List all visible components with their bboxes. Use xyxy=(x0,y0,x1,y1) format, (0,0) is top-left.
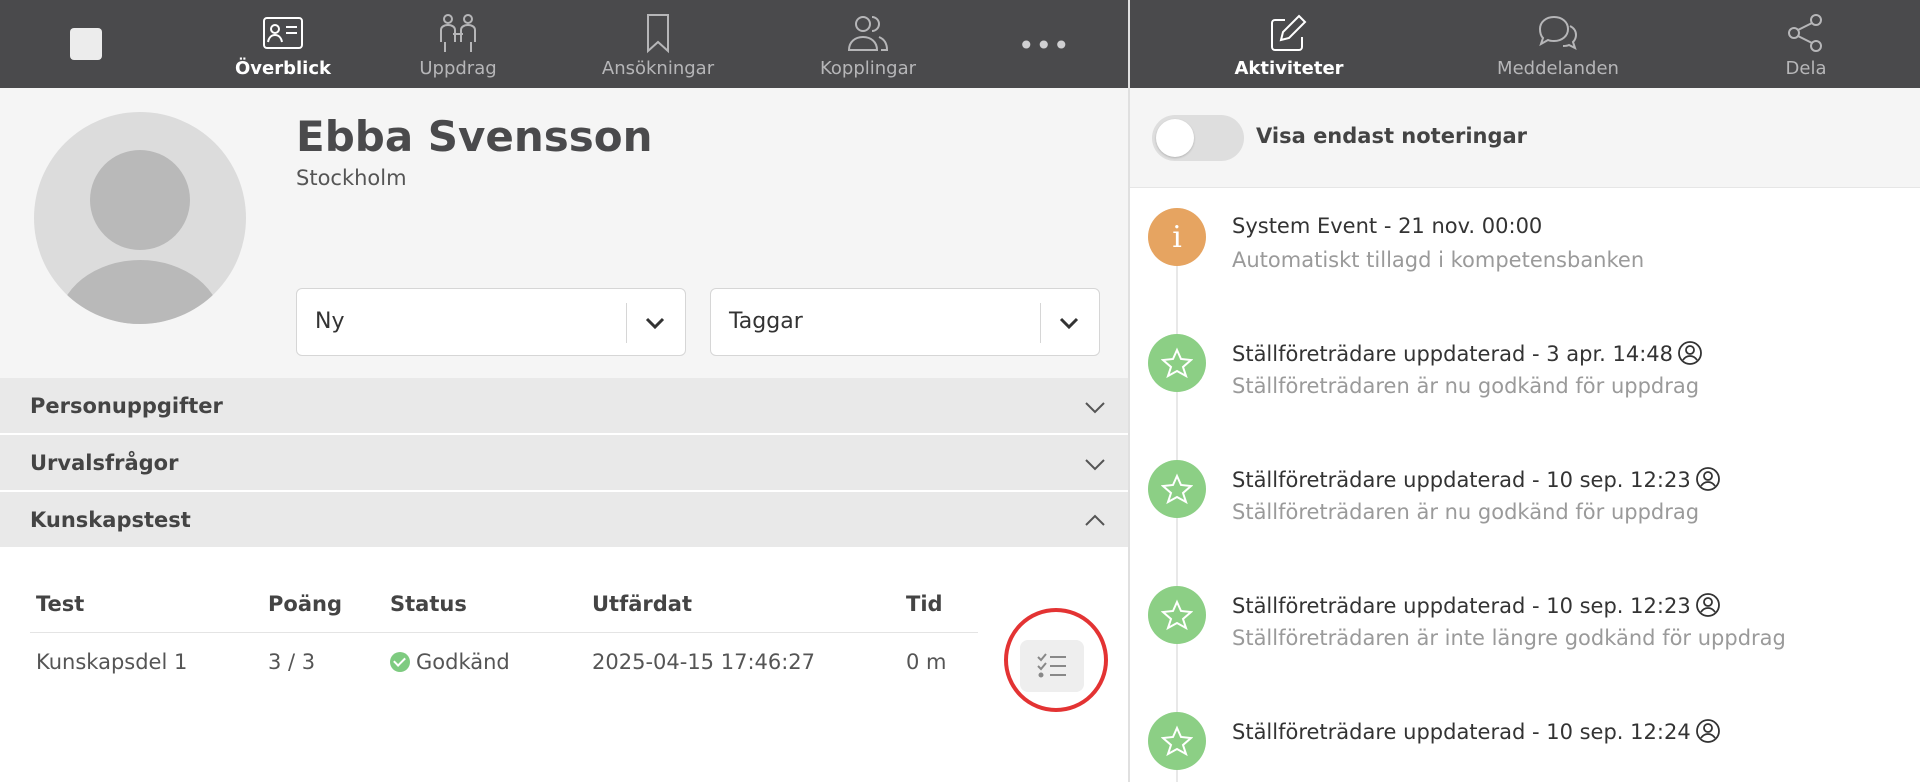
column-header-score: Poäng xyxy=(268,592,342,616)
status-select[interactable]: Ny xyxy=(296,288,686,356)
user-circle-icon xyxy=(1695,593,1720,617)
chevron-down-icon xyxy=(1059,317,1079,330)
select-checkbox[interactable] xyxy=(70,28,102,60)
chat-icon xyxy=(1538,15,1578,50)
view-test-details-button[interactable] xyxy=(1020,640,1084,692)
chevron-down-icon xyxy=(1085,459,1105,471)
section-screening-questions[interactable]: Urvalsfrågor xyxy=(0,435,1128,491)
tab-messages[interactable]: Meddelanden xyxy=(1490,12,1626,82)
star-icon xyxy=(1148,334,1206,392)
status-select-value: Ny xyxy=(315,309,345,334)
tab-label: Meddelanden xyxy=(1497,58,1619,79)
event-subtitle: Automatiskt tillagd i kompetensbanken xyxy=(1232,248,1645,272)
event-title: Ställföreträdare uppdaterad - 3 apr. 14:… xyxy=(1232,340,1703,366)
user-circle-icon xyxy=(1695,719,1720,743)
tab-connections[interactable]: Kopplingar xyxy=(812,12,924,82)
info-icon: i xyxy=(1148,208,1206,266)
tab-assignments[interactable]: Uppdrag xyxy=(408,12,508,82)
timeline-event: Ställföreträdare uppdaterad - 10 sep. 12… xyxy=(1130,566,1920,666)
tab-applications[interactable]: Ansökningar xyxy=(596,12,720,82)
status-text: Godkänd xyxy=(416,650,510,674)
column-header-time: Tid xyxy=(906,592,943,616)
notes-only-toggle[interactable] xyxy=(1152,115,1244,161)
section-label: Personuppgifter xyxy=(30,394,223,418)
tags-select-value: Taggar xyxy=(729,309,803,334)
activity-filter-bar: Visa endast noteringar xyxy=(1130,88,1920,188)
tab-label: Dela xyxy=(1785,58,1827,79)
user-circle-icon xyxy=(1678,341,1702,365)
candidate-tab-bar: Överblick Uppdrag Ansökningar Kopplingar… xyxy=(0,0,1128,88)
people-connect-icon xyxy=(440,14,476,52)
section-knowledge-test[interactable]: Kunskapstest xyxy=(0,492,1128,548)
user-circle-icon xyxy=(1695,467,1720,491)
share-icon xyxy=(1788,14,1822,52)
cell-score: 3 / 3 xyxy=(268,650,316,674)
star-icon xyxy=(1148,712,1206,770)
cell-time: 0 m xyxy=(906,650,947,674)
tab-share[interactable]: Dela xyxy=(1778,12,1834,82)
users-icon xyxy=(847,16,889,51)
bookmark-icon xyxy=(647,14,669,54)
knowledge-test-table: Test Poäng Status Utfärdat Tid Kunskapsd… xyxy=(0,552,1128,782)
section-label: Kunskapstest xyxy=(30,508,191,532)
cell-issued: 2025-04-15 17:46:27 xyxy=(592,650,816,674)
event-subtitle: Ställföreträdaren är nu godkänd för uppd… xyxy=(1232,500,1700,524)
event-title: Ställföreträdare uppdaterad - 10 sep. 12… xyxy=(1232,718,1721,744)
activity-pane: Aktiviteter Meddelanden Dela Visa endast… xyxy=(1128,0,1920,782)
event-title: System Event - 21 nov. 00:00 xyxy=(1232,214,1543,238)
candidate-city: Stockholm xyxy=(296,166,407,190)
header-divider xyxy=(30,632,978,633)
tab-label: Uppdrag xyxy=(419,58,497,79)
candidate-pane: Överblick Uppdrag Ansökningar Kopplingar… xyxy=(0,0,1128,782)
timeline-event: i System Event - 21 nov. 00:00 Automatis… xyxy=(1130,188,1920,288)
avatar xyxy=(34,112,246,324)
chevron-down-icon xyxy=(645,317,665,330)
tab-activities[interactable]: Aktiviteter xyxy=(1234,12,1344,82)
tab-label: Aktiviteter xyxy=(1234,58,1344,79)
event-subtitle: Ställföreträdaren är nu godkänd för uppd… xyxy=(1232,374,1700,398)
tags-select[interactable]: Taggar xyxy=(710,288,1100,356)
edit-icon xyxy=(1271,14,1307,51)
activity-tab-bar: Aktiviteter Meddelanden Dela xyxy=(1130,0,1920,88)
timeline-event: Ställföreträdare uppdaterad - 10 sep. 12… xyxy=(1130,692,1920,782)
column-header-issued: Utfärdat xyxy=(592,592,692,616)
chevron-up-icon xyxy=(1085,514,1105,526)
toggle-knob xyxy=(1156,119,1194,157)
star-icon xyxy=(1148,586,1206,644)
tab-overview[interactable]: Överblick xyxy=(228,12,338,82)
activity-timeline: i System Event - 21 nov. 00:00 Automatis… xyxy=(1130,188,1920,782)
cell-test: Kunskapsdel 1 xyxy=(36,650,188,674)
check-circle-icon xyxy=(390,652,410,672)
chevron-down-icon xyxy=(1085,402,1105,414)
event-subtitle: Ställföreträdaren är inte längre godkänd… xyxy=(1232,626,1786,650)
tab-label: Ansökningar xyxy=(601,58,715,79)
id-card-icon xyxy=(263,17,303,49)
app-window: Överblick Uppdrag Ansökningar Kopplingar… xyxy=(0,0,1920,782)
checklist-icon xyxy=(1037,653,1066,678)
event-title: Ställföreträdare uppdaterad - 10 sep. 12… xyxy=(1232,466,1721,492)
column-header-test: Test xyxy=(36,592,85,616)
event-title: Ställföreträdare uppdaterad - 10 sep. 12… xyxy=(1232,592,1721,618)
star-icon xyxy=(1148,460,1206,518)
timeline-event: Ställföreträdare uppdaterad - 10 sep. 12… xyxy=(1130,440,1920,540)
profile-header: Ebba Svensson Stockholm Ny Taggar xyxy=(0,88,1128,378)
tab-label: Överblick xyxy=(235,58,331,79)
cell-status: Godkänd xyxy=(390,650,510,674)
tab-label: Kopplingar xyxy=(819,58,917,79)
column-header-status: Status xyxy=(390,592,467,616)
section-label: Urvalsfrågor xyxy=(30,451,179,475)
section-personal-info[interactable]: Personuppgifter xyxy=(0,378,1128,434)
candidate-name: Ebba Svensson xyxy=(296,112,653,161)
notes-only-label: Visa endast noteringar xyxy=(1256,124,1528,148)
more-menu-icon[interactable]: ••• xyxy=(1018,32,1071,60)
timeline-event: Ställföreträdare uppdaterad - 3 apr. 14:… xyxy=(1130,314,1920,414)
